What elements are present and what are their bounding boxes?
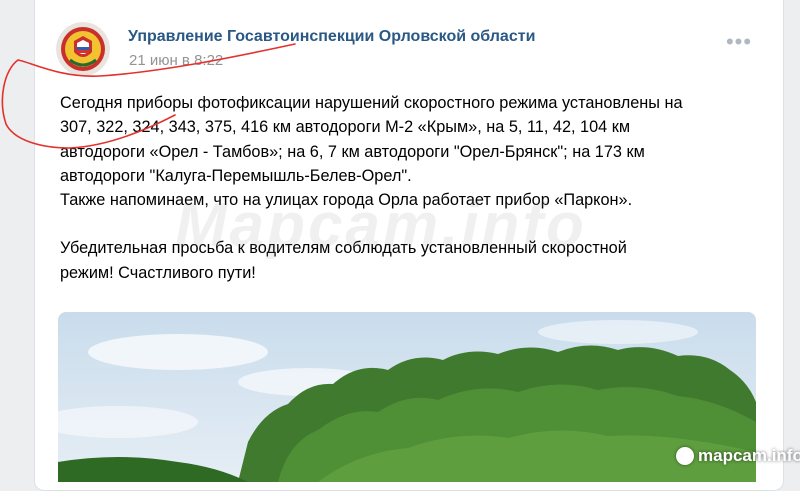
post-timestamp[interactable]: 21 июн в 8:22 [129,52,223,69]
corner-watermark-text: mapcam.info [698,446,800,465]
post-text-line: режим! Счастливого пути! [60,263,256,282]
more-horizontal-icon[interactable]: ••• [724,31,754,56]
post-text-line: Также напоминаем, что на улицах города О… [60,191,633,210]
corner-watermark-logo: mapcam.info [676,444,800,468]
logo-circle-icon [676,447,694,465]
forest-photo-image [58,312,756,482]
author-name-link[interactable]: Управление Госавтоинспекции Орловской об… [128,28,535,46]
post-photo[interactable] [58,312,756,482]
post-text-line: Убедительная просьба к водителям соблюда… [60,239,627,258]
post-text-line: 307, 322, 324, 343, 375, 416 км автодоро… [60,118,631,137]
emblem-icon [56,22,110,76]
post-text-line: автодороги "Калуга-Перемышль-Белев-Орел"… [60,166,412,185]
post-text-line: автодороги «Орел - Тамбов»; на 6, 7 км а… [60,142,645,161]
post-text: Сегодня приборы фотофиксации нарушений с… [60,91,760,285]
author-avatar[interactable] [56,22,110,76]
post-text-line: Сегодня приборы фотофиксации нарушений с… [60,94,683,112]
